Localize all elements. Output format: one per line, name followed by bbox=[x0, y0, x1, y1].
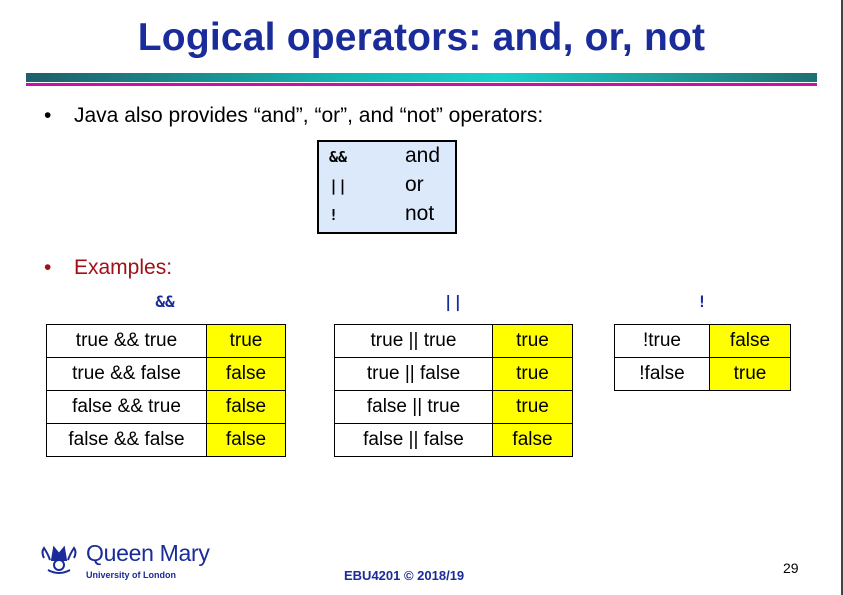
result-cell: true bbox=[492, 390, 573, 424]
result-cell: true bbox=[492, 324, 573, 358]
expr-cell: false && true bbox=[46, 390, 207, 424]
expr-cell: true && false bbox=[46, 357, 207, 391]
table-row: !true false bbox=[614, 324, 791, 358]
table-row: true && true true bbox=[46, 324, 286, 358]
operator-box: && and || or ! not bbox=[317, 140, 457, 234]
logo-name: Queen Mary bbox=[86, 540, 210, 566]
bullet-intro-text: Java also provides “and”, “or”, and “not… bbox=[74, 104, 544, 127]
page-number: 29 bbox=[783, 560, 799, 576]
result-cell: false bbox=[709, 324, 791, 358]
operator-symbol: && bbox=[329, 148, 348, 166]
title-rule-magenta bbox=[26, 83, 817, 86]
or-table-heading: || bbox=[443, 292, 463, 311]
bullet-dot: • bbox=[44, 256, 52, 279]
expr-cell: false && false bbox=[46, 423, 207, 457]
result-cell: true bbox=[492, 357, 573, 391]
operator-symbol: ! bbox=[329, 206, 339, 224]
result-cell: true bbox=[206, 324, 286, 358]
and-truth-table: true && true true true && false false fa… bbox=[46, 324, 286, 457]
crown-crest-icon bbox=[41, 545, 77, 574]
expr-cell: !false bbox=[614, 357, 710, 391]
expr-cell: true || false bbox=[334, 357, 493, 391]
result-cell: false bbox=[206, 390, 286, 424]
expr-cell: false || false bbox=[334, 423, 493, 457]
not-table-heading: ! bbox=[697, 292, 707, 311]
footer-course: EBU4201 © 2018/19 bbox=[344, 568, 465, 583]
table-row: true || true true bbox=[334, 324, 573, 358]
operator-word: or bbox=[405, 173, 424, 196]
table-row: false && true false bbox=[46, 390, 286, 424]
bullet-dot: • bbox=[44, 104, 52, 127]
slide: Logical operators: and, or, not • Java a… bbox=[0, 0, 843, 595]
result-cell: true bbox=[709, 357, 791, 391]
table-row: false || false false bbox=[334, 423, 573, 457]
expr-cell: true || true bbox=[334, 324, 493, 358]
expr-cell: !true bbox=[614, 324, 710, 358]
not-truth-table: !true false !false true bbox=[614, 324, 791, 391]
slide-title: Logical operators: and, or, not bbox=[137, 16, 706, 59]
result-cell: false bbox=[206, 357, 286, 391]
table-row: true || false true bbox=[334, 357, 573, 391]
result-cell: false bbox=[492, 423, 573, 457]
table-row: false && false false bbox=[46, 423, 286, 457]
result-cell: false bbox=[206, 423, 286, 457]
table-row: true && false false bbox=[46, 357, 286, 391]
and-table-heading: && bbox=[155, 292, 175, 311]
operator-word: not bbox=[405, 202, 435, 225]
operator-row-or: || or bbox=[319, 173, 459, 201]
operator-word: and bbox=[405, 144, 441, 167]
logo-subtitle: University of London bbox=[86, 570, 176, 580]
table-row: !false true bbox=[614, 357, 791, 391]
expr-cell: false || true bbox=[334, 390, 493, 424]
operator-symbol: || bbox=[329, 177, 348, 195]
expr-cell: true && true bbox=[46, 324, 207, 358]
or-truth-table: true || true true true || false true fal… bbox=[334, 324, 573, 457]
bullet-examples-text: Examples: bbox=[74, 256, 173, 279]
university-logo: Queen Mary University of London bbox=[38, 540, 210, 581]
operator-row-not: ! not bbox=[319, 202, 459, 230]
table-row: false || true true bbox=[334, 390, 573, 424]
operator-row-and: && and bbox=[319, 144, 459, 172]
title-rule-teal bbox=[26, 73, 817, 82]
